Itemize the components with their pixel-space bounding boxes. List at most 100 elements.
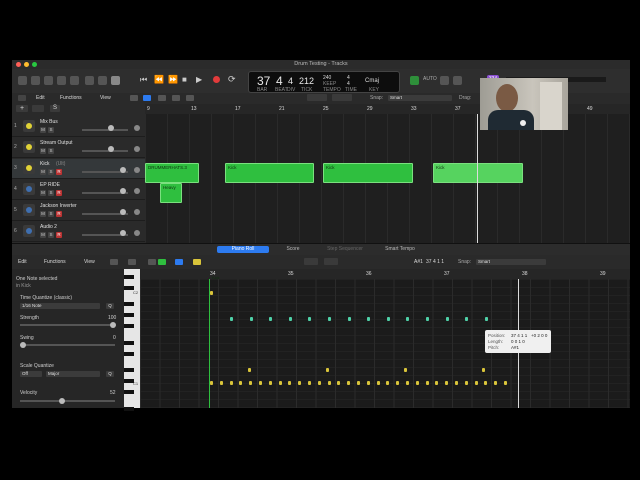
midi-note[interactable] — [249, 381, 253, 385]
midi-note[interactable] — [406, 381, 409, 385]
lcd-display[interactable]: 37 4 4 212 BAR BEAT DIV TICK 240 KEEP TE… — [248, 71, 400, 93]
midi-note[interactable] — [210, 381, 213, 385]
midi-note[interactable] — [210, 291, 213, 295]
scale-mode-select[interactable]: Major — [46, 371, 100, 377]
velocity-slider[interactable] — [20, 400, 115, 402]
midi-note[interactable] — [406, 317, 410, 321]
track-s-button[interactable]: S — [48, 190, 54, 196]
track-row[interactable]: 3 Kick (Ult) M S R — [12, 159, 145, 179]
velocity-slider-handle[interactable] — [58, 398, 65, 404]
volume-fader-handle[interactable] — [120, 188, 126, 194]
volume-fader-handle[interactable] — [120, 167, 126, 173]
midi-note[interactable] — [219, 381, 223, 385]
volume-fader[interactable] — [82, 129, 128, 131]
tab-score[interactable]: Score — [277, 246, 309, 253]
quantize-select[interactable]: 1/16 Note — [20, 303, 100, 309]
midi-in-icon[interactable] — [110, 259, 118, 265]
volume-fader-handle[interactable] — [120, 209, 126, 215]
midi-note[interactable] — [230, 317, 233, 321]
track-m-button[interactable]: M — [40, 169, 46, 175]
tracks-view-menu[interactable]: View — [100, 95, 111, 101]
midi-note[interactable] — [347, 381, 351, 385]
folder-icon[interactable] — [32, 105, 44, 112]
flex-icon[interactable] — [143, 95, 151, 101]
count-in-icon[interactable] — [440, 76, 449, 85]
quick-help-icon[interactable] — [44, 76, 53, 85]
midi-note[interactable] — [426, 317, 429, 321]
midi-note[interactable] — [386, 381, 390, 385]
tracks-edit-menu[interactable]: Edit — [36, 95, 45, 101]
arrange-area[interactable]: DRUMMERHATS.3 Heavy Kick Kick Kick — [145, 114, 630, 243]
midi-note[interactable] — [337, 381, 341, 385]
midi-note[interactable] — [269, 317, 273, 321]
black-key[interactable] — [124, 285, 134, 290]
pan-knob[interactable] — [134, 146, 140, 152]
midi-note[interactable] — [455, 381, 458, 385]
midi-note[interactable] — [357, 381, 360, 385]
midi-note[interactable] — [308, 381, 311, 385]
midi-note[interactable] — [308, 317, 312, 321]
pan-knob[interactable] — [134, 230, 140, 236]
black-key[interactable] — [124, 390, 134, 394]
volume-fader-handle[interactable] — [108, 146, 114, 152]
midi-note[interactable] — [504, 381, 507, 385]
collapse-icon[interactable] — [158, 259, 166, 265]
midi-note[interactable] — [366, 381, 370, 385]
track-name[interactable]: Kick — [40, 161, 49, 167]
track-name[interactable]: Mix Bus — [40, 119, 58, 125]
midi-note[interactable] — [239, 381, 243, 385]
tab-smart-tempo[interactable]: Smart Tempo — [377, 246, 423, 253]
track-s-button[interactable]: S — [48, 211, 54, 217]
black-key[interactable] — [124, 406, 134, 411]
pan-knob[interactable] — [134, 188, 140, 194]
go-to-start-icon[interactable]: ⏮ — [140, 75, 147, 85]
pointer-tool[interactable] — [307, 94, 327, 101]
editors-icon[interactable] — [98, 76, 107, 85]
record-button[interactable] — [213, 76, 220, 83]
global-solo-button[interactable]: S — [50, 105, 60, 112]
track-row[interactable]: 1 Mix Bus M S — [12, 117, 145, 137]
black-key[interactable] — [124, 302, 134, 306]
region-kick-selected[interactable]: Kick — [433, 163, 523, 183]
pr-snap-select[interactable]: Smart — [476, 259, 546, 265]
scissors-icon[interactable] — [111, 76, 120, 85]
midi-note[interactable] — [249, 317, 253, 321]
toolbar-icon[interactable] — [57, 76, 66, 85]
track-name[interactable]: Jackson Inverter — [40, 203, 77, 209]
midi-note[interactable] — [396, 381, 400, 385]
scale-quantize-button[interactable]: Q — [106, 371, 114, 377]
region-heavy[interactable]: Heavy — [160, 183, 182, 203]
midi-note[interactable] — [327, 381, 331, 385]
midi-note[interactable] — [415, 381, 419, 385]
midi-note[interactable] — [435, 381, 439, 385]
tab-piano-roll[interactable]: Piano Roll — [217, 246, 269, 253]
black-key[interactable] — [124, 351, 134, 356]
track-name[interactable]: Audio 2 — [40, 224, 57, 230]
piano-keyboard[interactable]: C2 C1 — [124, 269, 140, 411]
track-r-button[interactable]: R — [56, 211, 62, 217]
midi-note[interactable] — [404, 368, 407, 372]
midi-note[interactable] — [484, 317, 488, 321]
midi-note[interactable] — [278, 381, 282, 385]
track-r-button[interactable]: R — [56, 169, 62, 175]
midi-note[interactable] — [465, 317, 469, 321]
region-menu-icon[interactable] — [18, 95, 26, 101]
midi-note[interactable] — [445, 317, 449, 321]
snap-select[interactable]: Smart — [388, 95, 452, 101]
region-kick-2[interactable]: Kick — [225, 163, 314, 183]
scale-off-select[interactable]: Off — [20, 371, 42, 377]
track-row[interactable]: 2 Stream Output M S — [12, 138, 145, 158]
midi-note[interactable] — [494, 381, 498, 385]
midi-note[interactable] — [259, 381, 262, 385]
track-m-button[interactable]: M — [40, 148, 46, 154]
midi-note[interactable] — [484, 381, 488, 385]
scale-quantize-icon[interactable] — [193, 259, 201, 265]
swing-slider[interactable] — [20, 344, 115, 346]
black-key[interactable] — [124, 368, 134, 372]
cycle-icon[interactable]: ⟳ — [228, 74, 236, 85]
track-r-button[interactable]: R — [56, 190, 62, 196]
swing-slider-handle[interactable] — [20, 342, 26, 348]
track-row[interactable]: 6 Audio 2 MSR — [12, 222, 145, 242]
midi-note[interactable] — [464, 381, 468, 385]
add-track-button[interactable]: + — [16, 105, 28, 112]
